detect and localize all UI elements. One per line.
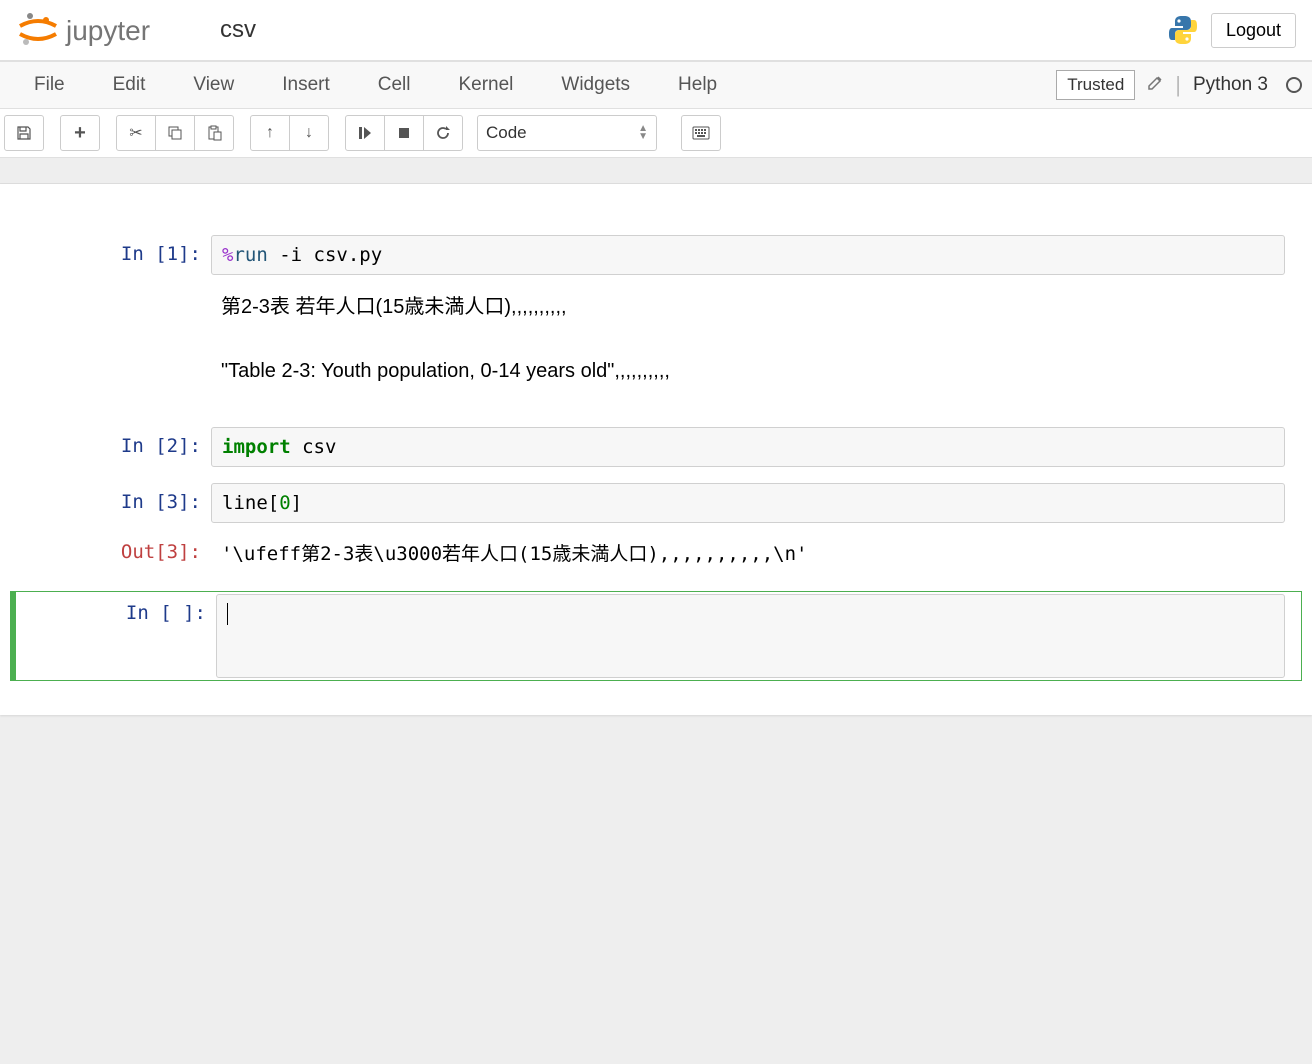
code-input[interactable]: line[0]	[211, 483, 1285, 523]
copy-button[interactable]	[155, 115, 195, 151]
menu-widgets[interactable]: Widgets	[537, 66, 654, 104]
move-up-button[interactable]: ↑	[250, 115, 290, 151]
menubar: File Edit View Insert Cell Kernel Widget…	[0, 61, 1312, 109]
select-arrows-icon: ▲▼	[638, 125, 648, 141]
menu-view[interactable]: View	[169, 66, 258, 104]
menu-edit[interactable]: Edit	[89, 66, 170, 104]
restart-icon	[435, 125, 451, 141]
separator: |	[1175, 72, 1181, 98]
input-prompt: In [2]:	[11, 427, 211, 467]
scissors-icon: ✂	[129, 123, 142, 143]
cut-button[interactable]: ✂	[116, 115, 156, 151]
menu-items: File Edit View Insert Cell Kernel Widget…	[10, 66, 741, 104]
stop-button[interactable]	[384, 115, 424, 151]
execute-result: '\ufeff第2-3表\u3000若年人口(15歳未満人口),,,,,,,,,…	[211, 533, 1285, 572]
notebook-title[interactable]: csv	[220, 16, 256, 44]
keyboard-icon	[692, 126, 710, 140]
menu-file[interactable]: File	[10, 66, 89, 104]
code-input[interactable]	[216, 594, 1285, 678]
cell-type-value: Code	[486, 123, 527, 143]
stream-output: 第2-3表 若年人口(15歳未満人口),,,,,,,,,, "Table 2-3…	[211, 285, 1285, 393]
logout-button[interactable]: Logout	[1211, 13, 1296, 48]
code-cell[interactable]: In [3]: line[0]	[10, 480, 1302, 526]
copy-icon	[167, 125, 183, 141]
jupyter-logo[interactable]: jupyter	[16, 8, 192, 52]
arrow-up-icon: ↑	[266, 124, 274, 142]
menu-insert[interactable]: Insert	[258, 66, 354, 104]
notebook-container: In [1]: %run -i csv.py 第2-3表 若年人口(15歳未満人…	[0, 184, 1312, 715]
save-icon	[16, 125, 32, 141]
input-prompt: In [ ]:	[16, 594, 216, 678]
move-down-button[interactable]: ↓	[289, 115, 329, 151]
logo-block: jupyter csv	[16, 8, 256, 52]
save-button[interactable]	[4, 115, 44, 151]
code-cell-selected[interactable]: In [ ]:	[10, 591, 1302, 681]
paste-button[interactable]	[194, 115, 234, 151]
output-row: Out[3]: '\ufeff第2-3表\u3000若年人口(15歳未満人口),…	[10, 530, 1302, 575]
add-cell-button[interactable]: +	[60, 115, 100, 151]
run-icon	[358, 126, 372, 140]
menu-kernel[interactable]: Kernel	[434, 66, 537, 104]
plus-icon: +	[74, 122, 86, 145]
code-cell[interactable]: In [2]: import csv	[10, 424, 1302, 470]
header: jupyter csv Logout	[0, 0, 1312, 61]
arrow-down-icon: ↓	[305, 124, 313, 142]
svg-text:jupyter: jupyter	[65, 15, 150, 46]
input-prompt: In [3]:	[11, 483, 211, 523]
stop-icon	[397, 126, 411, 140]
gap-strip	[0, 158, 1312, 184]
code-input[interactable]: %run -i csv.py	[211, 235, 1285, 275]
run-button[interactable]	[345, 115, 385, 151]
restart-button[interactable]	[423, 115, 463, 151]
code-input[interactable]: import csv	[211, 427, 1285, 467]
menu-help[interactable]: Help	[654, 66, 741, 104]
code-cell[interactable]: In [1]: %run -i csv.py	[10, 232, 1302, 278]
paste-icon	[206, 125, 222, 141]
pencil-icon[interactable]	[1147, 75, 1163, 96]
command-palette-button[interactable]	[681, 115, 721, 151]
output-prompt: Out[3]:	[11, 533, 211, 572]
trusted-badge[interactable]: Trusted	[1056, 70, 1135, 100]
toolbar: + ✂ ↑ ↓ Code ▲▼	[0, 109, 1312, 158]
input-prompt: In [1]:	[11, 235, 211, 275]
menu-cell[interactable]: Cell	[354, 66, 435, 104]
kernel-status-circle-icon	[1286, 77, 1302, 93]
cursor-icon	[227, 603, 228, 625]
output-row: 第2-3表 若年人口(15歳未満人口),,,,,,,,,, "Table 2-3…	[10, 282, 1302, 396]
kernel-name-label[interactable]: Python 3	[1193, 74, 1268, 96]
output-prompt-empty	[11, 285, 211, 393]
cell-type-select[interactable]: Code ▲▼	[477, 115, 657, 151]
python-logo-icon	[1167, 14, 1199, 46]
